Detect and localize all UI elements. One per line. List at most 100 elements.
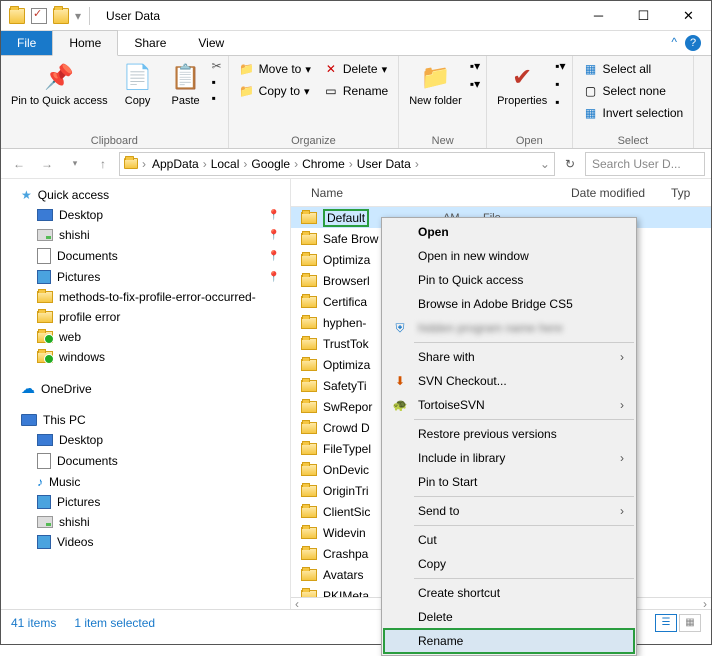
search-input[interactable]: Search User D... xyxy=(585,152,705,176)
pin-icon: 📍 xyxy=(268,272,280,283)
history-icon[interactable]: ▪ xyxy=(555,95,565,109)
ctx-svn-checkout[interactable]: ⬇SVN Checkout... xyxy=(384,369,634,393)
qat-dropdown-icon[interactable]: ▾ xyxy=(75,9,81,23)
sidebar-item[interactable]: profile error xyxy=(1,307,290,327)
tab-view[interactable]: View xyxy=(182,31,240,55)
sidebar-item[interactable]: Pictures xyxy=(1,492,290,512)
breadcrumb-google[interactable]: Google xyxy=(249,157,292,171)
breadcrumb-chrome[interactable]: Chrome xyxy=(300,157,347,171)
sidebar-item-label: Videos xyxy=(57,535,93,549)
easy-access-icon[interactable]: ▪▾ xyxy=(470,77,480,91)
sidebar-onedrive[interactable]: ☁OneDrive xyxy=(1,377,290,400)
delete-icon: ✕ xyxy=(323,61,339,77)
tab-share[interactable]: Share xyxy=(118,31,182,55)
folder-icon xyxy=(37,495,51,509)
recent-button[interactable]: ▾ xyxy=(63,152,87,176)
invert-selection-button[interactable]: ▦Invert selection xyxy=(579,103,688,123)
chevron-right-icon: › xyxy=(620,504,624,518)
group-organize-label: Organize xyxy=(235,133,393,147)
folder-icon xyxy=(301,380,317,392)
sidebar-item[interactable]: web xyxy=(1,327,290,347)
expand-ribbon-icon[interactable]: ^ xyxy=(671,35,677,51)
ctx-pin-start[interactable]: Pin to Start xyxy=(384,470,634,494)
cut-icon[interactable]: ✂ xyxy=(212,59,222,73)
column-type[interactable]: Typ xyxy=(671,186,711,200)
sidebar-item[interactable]: windows xyxy=(1,347,290,367)
ctx-include-library[interactable]: Include in library› xyxy=(384,446,634,470)
ctx-pin-quick-access[interactable]: Pin to Quick access xyxy=(384,268,634,292)
breadcrumbs[interactable]: › AppData›Local›Google›Chrome›User Data›… xyxy=(119,152,555,176)
refresh-button[interactable]: ↻ xyxy=(559,157,581,171)
copy-to-button[interactable]: 📁Copy to ▾ xyxy=(235,81,315,101)
up-button[interactable]: ↑ xyxy=(91,152,115,176)
sidebar-item[interactable]: shishi xyxy=(1,512,290,532)
ctx-blurred-item[interactable]: ⛨hidden program name here xyxy=(384,316,634,340)
sidebar-item[interactable]: shishi📍 xyxy=(1,225,290,245)
ctx-open[interactable]: Open xyxy=(384,220,634,244)
qat-folder-icon[interactable] xyxy=(53,8,69,24)
qat-check-icon[interactable] xyxy=(31,8,47,24)
sidebar-item[interactable]: Pictures📍 xyxy=(1,267,290,287)
paste-icon: 📋 xyxy=(170,61,202,93)
ctx-rename[interactable]: Rename xyxy=(384,629,634,653)
ctx-tortoise-svn[interactable]: 🐢TortoiseSVN› xyxy=(384,393,634,417)
sidebar-item[interactable]: Desktop📍 xyxy=(1,205,290,225)
status-item-count: 41 items xyxy=(11,616,56,630)
sidebar-item[interactable]: methods-to-fix-profile-error-occurred- xyxy=(1,287,290,307)
sidebar-item[interactable]: Documents xyxy=(1,450,290,472)
ctx-share-with[interactable]: Share with› xyxy=(384,345,634,369)
status-selected-count: 1 item selected xyxy=(74,616,155,630)
ctx-create-shortcut[interactable]: Create shortcut xyxy=(384,581,634,605)
column-date[interactable]: Date modified xyxy=(571,186,671,200)
paste-button[interactable]: 📋Paste xyxy=(164,59,208,110)
ctx-cut[interactable]: Cut xyxy=(384,528,634,552)
sidebar: ★Quick access Desktop📍shishi📍Documents📍P… xyxy=(1,179,291,609)
sidebar-this-pc[interactable]: This PC xyxy=(1,410,290,430)
ctx-open-new-window[interactable]: Open in new window xyxy=(384,244,634,268)
sidebar-quick-access[interactable]: ★Quick access xyxy=(1,185,290,205)
ctx-browse-bridge[interactable]: Browse in Adobe Bridge CS5 xyxy=(384,292,634,316)
star-icon: ★ xyxy=(21,188,32,202)
sidebar-item[interactable]: Desktop xyxy=(1,430,290,450)
ctx-copy[interactable]: Copy xyxy=(384,552,634,576)
sidebar-item-label: methods-to-fix-profile-error-occurred- xyxy=(59,290,256,304)
open-icon[interactable]: ▪▾ xyxy=(555,59,565,73)
tab-file[interactable]: File xyxy=(1,31,52,55)
delete-button[interactable]: ✕Delete ▾ xyxy=(319,59,392,79)
forward-button[interactable]: → xyxy=(35,152,59,176)
ctx-delete[interactable]: Delete xyxy=(384,605,634,629)
view-details-button[interactable]: ☰ xyxy=(655,614,677,632)
pin-quick-access-button[interactable]: 📌Pin to Quick access xyxy=(7,59,112,110)
column-name[interactable]: Name xyxy=(291,186,571,200)
close-button[interactable]: ✕ xyxy=(666,1,711,31)
new-folder-button[interactable]: 📁New folder xyxy=(405,59,466,110)
sidebar-item[interactable]: Documents📍 xyxy=(1,245,290,267)
breadcrumb-local[interactable]: Local xyxy=(209,157,242,171)
sidebar-item[interactable]: Videos xyxy=(1,532,290,552)
copy-button[interactable]: 📄Copy xyxy=(116,59,160,110)
ctx-restore[interactable]: Restore previous versions xyxy=(384,422,634,446)
minimize-button[interactable]: ─ xyxy=(576,1,621,31)
maximize-button[interactable]: ☐ xyxy=(621,1,666,31)
properties-button[interactable]: ✔Properties xyxy=(493,59,551,110)
move-to-button[interactable]: 📁Move to ▾ xyxy=(235,59,315,79)
help-icon[interactable]: ? xyxy=(685,35,701,51)
ctx-send-to[interactable]: Send to› xyxy=(384,499,634,523)
rename-button[interactable]: ▭Rename xyxy=(319,81,392,101)
title-bar: ▾ User Data ─ ☐ ✕ xyxy=(1,1,711,31)
copy-path-icon[interactable]: ▪ xyxy=(212,75,222,89)
select-none-button[interactable]: ▢Select none xyxy=(579,81,688,101)
breadcrumb-user data[interactable]: User Data xyxy=(355,157,413,171)
folder-icon xyxy=(301,527,317,539)
breadcrumb-dropdown-icon[interactable]: ⌄ xyxy=(540,157,550,171)
back-button[interactable]: ← xyxy=(7,152,31,176)
breadcrumb-appdata[interactable]: AppData xyxy=(150,157,201,171)
sidebar-item-label: Desktop xyxy=(59,433,103,447)
tab-home[interactable]: Home xyxy=(52,30,118,56)
select-all-button[interactable]: ▦Select all xyxy=(579,59,688,79)
view-icons-button[interactable]: ▦ xyxy=(679,614,701,632)
paste-shortcut-icon[interactable]: ▪ xyxy=(212,91,222,105)
edit-icon[interactable]: ▪ xyxy=(555,77,565,91)
sidebar-item[interactable]: ♪Music xyxy=(1,472,290,492)
new-item-icon[interactable]: ▪▾ xyxy=(470,59,480,73)
